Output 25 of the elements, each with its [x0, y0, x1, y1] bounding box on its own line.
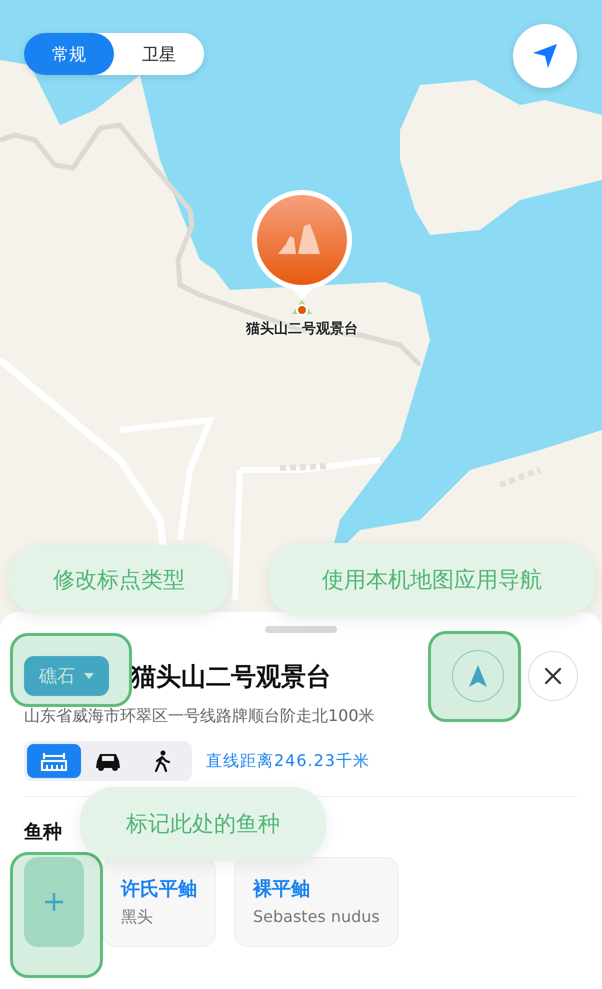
walking-person-icon	[153, 750, 171, 772]
close-icon	[544, 667, 562, 685]
distance-text: 直线距离246.23千米	[206, 750, 370, 772]
section-title: 鱼种	[24, 820, 62, 845]
car-icon	[95, 751, 121, 771]
guide-tooltip: 标记此处的鱼种	[80, 787, 326, 861]
fish-subtitle: Sebastes nudus	[253, 907, 380, 926]
navigation-arrow-icon	[468, 664, 488, 688]
caret-icon	[83, 672, 95, 680]
map-pin[interactable]	[250, 188, 354, 318]
fish-name: 许氏平鲉	[121, 877, 197, 902]
place-title: 猫头山二号观景台	[131, 660, 332, 692]
fish-card[interactable]: 裸平鲉 Sebastes nudus	[234, 857, 399, 947]
close-button[interactable]	[528, 651, 578, 701]
plus-icon	[44, 892, 64, 912]
ruler-icon	[41, 751, 67, 771]
fish-name: 裸平鲉	[253, 877, 311, 902]
map-type-tab[interactable]: 常规	[24, 33, 114, 75]
navigate-button[interactable]	[452, 650, 504, 702]
place-address: 山东省威海市环翠区一号线路牌顺台阶走北100米	[24, 706, 375, 727]
guide-tooltip: 使用本机地图应用导航	[268, 543, 596, 617]
guide-tooltip: 修改标点类型	[8, 545, 230, 615]
fish-subtitle: 黑头	[121, 907, 154, 928]
map-marker-label: 猫头山二号观景台	[246, 320, 358, 338]
drag-handle[interactable]	[265, 626, 337, 633]
